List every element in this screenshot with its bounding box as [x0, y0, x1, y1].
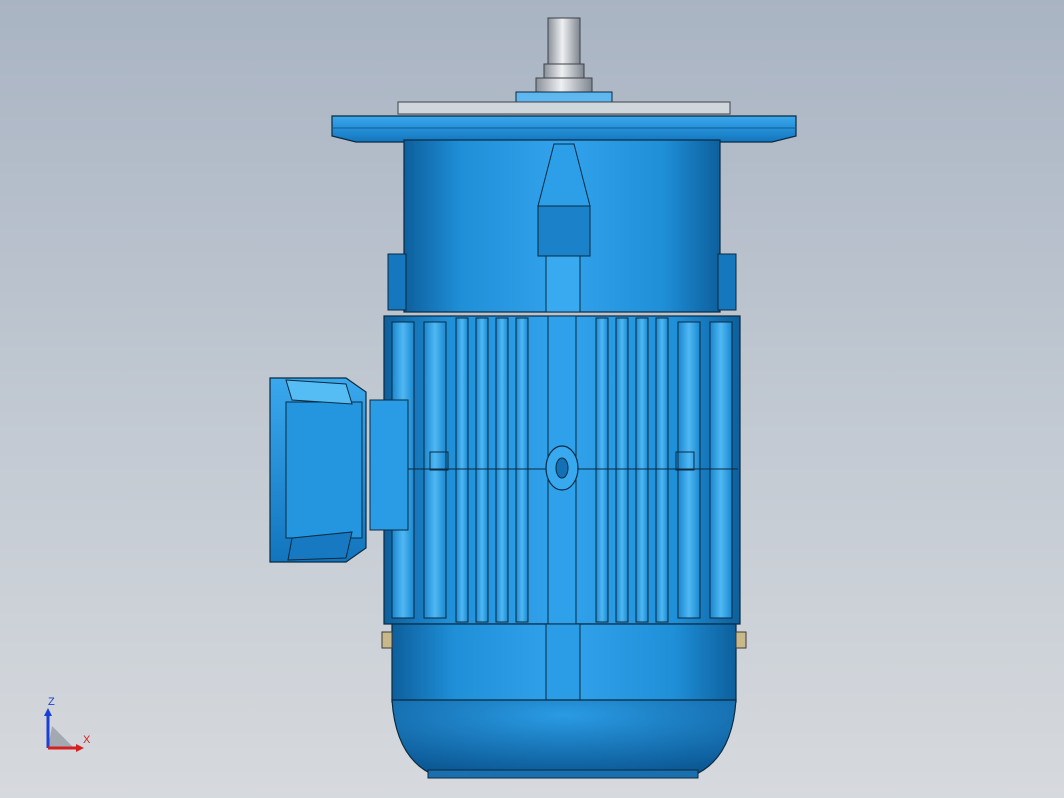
- mounting-flange[interactable]: [331, 101, 797, 143]
- fan-cover[interactable]: [381, 623, 747, 779]
- triad-plane-shade: [48, 726, 74, 748]
- orientation-triad: Z X: [40, 696, 100, 756]
- z-axis-label: Z: [48, 696, 55, 708]
- upper-housing[interactable]: [387, 139, 737, 313]
- cad-3d-viewport[interactable]: [0, 0, 1064, 798]
- x-axis-label: X: [83, 734, 91, 746]
- lifting-eye[interactable]: [545, 445, 579, 491]
- motor-shaft[interactable]: [515, 17, 613, 105]
